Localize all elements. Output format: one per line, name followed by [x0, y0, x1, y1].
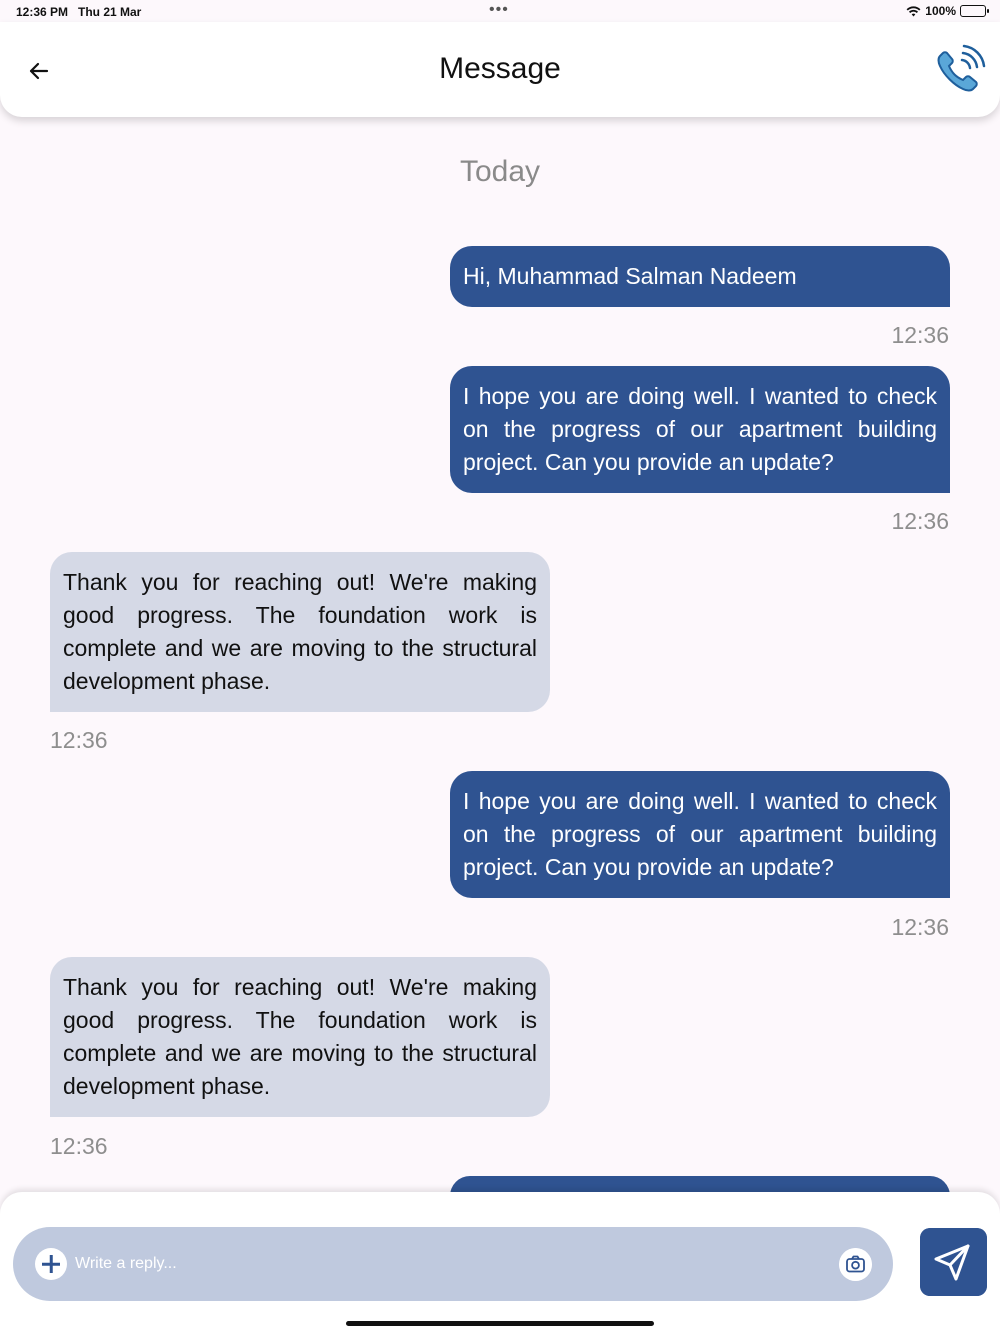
home-indicator[interactable]	[346, 1321, 654, 1326]
multitasking-dots-icon[interactable]: •••	[489, 2, 509, 18]
camera-icon[interactable]	[839, 1248, 872, 1281]
message-time: 12:36	[50, 1133, 108, 1159]
page-title: Message	[439, 52, 561, 85]
message-text: Thank you for reaching out! We're making…	[63, 974, 537, 1099]
day-separator: Today	[459, 155, 541, 188]
incoming-message-bubble[interactable]: Thank you for reaching out! We're making…	[50, 957, 550, 1117]
battery-icon	[960, 5, 989, 17]
reply-composer	[0, 1192, 1000, 1334]
plus-icon[interactable]	[35, 1248, 67, 1280]
app-header: Message	[0, 22, 1000, 117]
status-time: 12:36 PM	[16, 5, 69, 19]
message-time: 12:36	[891, 914, 949, 940]
outgoing-message-bubble-partial[interactable]	[450, 1176, 950, 1193]
message-time: 12:36	[50, 727, 108, 753]
wifi-icon	[906, 5, 921, 16]
status-date: Thu 21 Mar	[78, 5, 142, 19]
incoming-message-bubble[interactable]: Thank you for reaching out! We're making…	[50, 552, 550, 712]
message-time: 12:36	[891, 322, 949, 348]
send-icon[interactable]	[920, 1228, 987, 1296]
outgoing-message-bubble[interactable]: I hope you are doing well. I wanted to c…	[450, 366, 950, 493]
message-time: 12:36	[891, 508, 949, 534]
reply-input-container	[13, 1227, 893, 1301]
status-bar: 12:36 PM Thu 21 Mar ••• 100%	[0, 0, 1000, 24]
status-indicators: 100%	[906, 4, 989, 18]
message-text: I hope you are doing well. I wanted to c…	[463, 788, 937, 880]
battery-percent: 100%	[925, 4, 956, 18]
phone-call-icon[interactable]	[932, 44, 986, 98]
message-text: Thank you for reaching out! We're making…	[63, 569, 537, 694]
outgoing-message-bubble[interactable]: I hope you are doing well. I wanted to c…	[450, 771, 950, 898]
outgoing-message-bubble[interactable]: Hi, Muhammad Salman Nadeem	[450, 246, 950, 307]
message-list[interactable]: Today Hi, Muhammad Salman Nadeem 12:36 I…	[0, 117, 1000, 1193]
reply-input[interactable]	[75, 1245, 825, 1283]
message-text: I hope you are doing well. I wanted to c…	[463, 383, 937, 475]
message-text: Hi, Muhammad Salman Nadeem	[463, 263, 797, 289]
